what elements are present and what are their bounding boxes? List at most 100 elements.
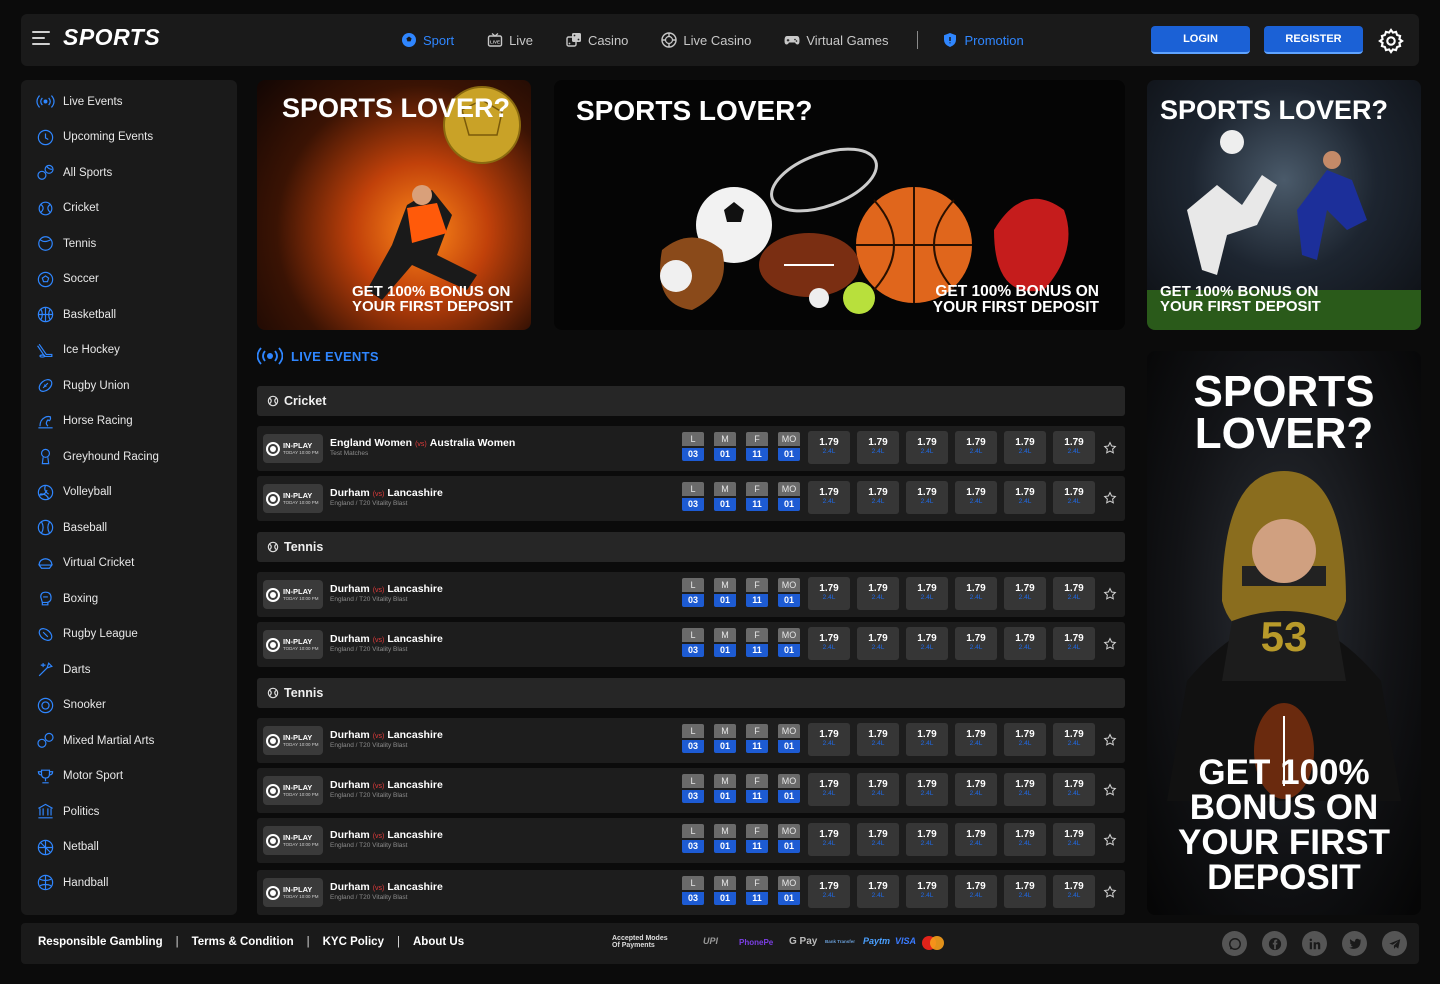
odds-button[interactable]: 1.79 2.4L [906,773,948,806]
sidebar-item-basketball[interactable]: Basketball [21,297,237,333]
sidebar-item-cricket[interactable]: Cricket [21,191,237,227]
odds-button[interactable]: 1.79 2.4L [906,823,948,856]
odds-button[interactable]: 1.79 2.4L [906,577,948,610]
odds-button[interactable]: 1.79 2.4L [1053,723,1095,756]
odds-button[interactable]: 1.79 2.4L [808,627,850,660]
odds-button[interactable]: 1.79 2.4L [906,431,948,464]
odds-button[interactable]: 1.79 2.4L [955,627,997,660]
odds-button[interactable]: 1.79 2.4L [955,577,997,610]
event-row[interactable]: IN-PLAY TODAY 10:00 PM Durham (vs) Lancashi… [257,476,1125,521]
footer-link-kyc-policy[interactable]: KYC Policy [323,936,384,948]
promo-banner-3[interactable]: SPORTS LOVER? GET 100% BONUS ON YOUR FIR… [1147,80,1421,330]
sidebar-item-politics[interactable]: Politics [21,794,237,830]
odds-button[interactable]: 1.79 2.4L [857,627,899,660]
odds-button[interactable]: 1.79 2.4L [906,723,948,756]
event-row[interactable]: IN-PLAY TODAY 10:00 PM Durham (vs) Lancashi… [257,718,1125,763]
odds-button[interactable]: 1.79 2.4L [1053,875,1095,908]
odds-button[interactable]: 1.79 2.4L [1053,823,1095,856]
promo-banner-tall[interactable]: 53 SPORTS LOVER? GET 100% BONUS ON YOUR … [1147,351,1421,915]
odds-button[interactable]: 1.79 2.4L [808,875,850,908]
match-teams[interactable]: Durham (vs) Lancashire [330,583,443,595]
event-row[interactable]: IN-PLAY TODAY 10:00 PM Durham (vs) Lancashi… [257,768,1125,813]
sidebar-item-upcoming-events[interactable]: Upcoming Events [21,120,237,156]
odds-button[interactable]: 1.79 2.4L [857,823,899,856]
site-logo[interactable]: SPORTS [63,24,160,51]
sidebar-item-ice-hockey[interactable]: Ice Hockey [21,333,237,369]
linkedin-icon[interactable] [1302,931,1327,956]
sidebar-item-mixed-martial-arts[interactable]: Mixed Martial Arts [21,723,237,759]
odds-button[interactable]: 1.79 2.4L [1004,773,1046,806]
sidebar-item-soccer[interactable]: Soccer [21,262,237,298]
sidebar-item-baseball[interactable]: Baseball [21,510,237,546]
sidebar-item-motor-sport[interactable]: Motor Sport [21,759,237,795]
match-teams[interactable]: Durham (vs) Lancashire [330,729,443,741]
favorite-star-icon[interactable] [1103,783,1117,797]
odds-button[interactable]: 1.79 2.4L [906,875,948,908]
promo-banner-1[interactable]: SPORTS LOVER? GET 100% BONUS ON YOUR FIR… [257,80,531,330]
match-teams[interactable]: Durham (vs) Lancashire [330,881,443,893]
nav-item-casino[interactable]: Casino [566,32,628,48]
event-row[interactable]: IN-PLAY TODAY 10:00 PM Durham (vs) Lancashi… [257,870,1125,915]
sidebar-item-all-sports[interactable]: All Sports [21,155,237,191]
odds-button[interactable]: 1.79 2.4L [1053,431,1095,464]
nav-item-promotion[interactable]: Promotion [942,32,1024,48]
odds-button[interactable]: 1.79 2.4L [808,823,850,856]
sidebar-item-virtual-cricket[interactable]: Virtual Cricket [21,546,237,582]
sidebar-item-tennis[interactable]: Tennis [21,226,237,262]
odds-button[interactable]: 1.79 2.4L [955,773,997,806]
sidebar-item-volleyball[interactable]: Volleyball [21,475,237,511]
favorite-star-icon[interactable] [1103,637,1117,651]
sidebar-item-horse-racing[interactable]: Horse Racing [21,404,237,440]
odds-button[interactable]: 1.79 2.4L [857,723,899,756]
odds-button[interactable]: 1.79 2.4L [955,481,997,514]
odds-button[interactable]: 1.79 2.4L [1004,723,1046,756]
sidebar-item-live-events[interactable]: Live Events [21,84,237,120]
event-row[interactable]: IN-PLAY TODAY 10:00 PM Durham (vs) Lancashi… [257,622,1125,667]
sidebar-item-darts[interactable]: Darts [21,652,237,688]
sidebar-item-netball[interactable]: Netball [21,830,237,866]
menu-icon[interactable] [32,31,50,45]
odds-button[interactable]: 1.79 2.4L [857,773,899,806]
twitter-icon[interactable] [1342,931,1367,956]
odds-button[interactable]: 1.79 2.4L [906,481,948,514]
odds-button[interactable]: 1.79 2.4L [906,627,948,660]
odds-button[interactable]: 1.79 2.4L [1004,577,1046,610]
odds-button[interactable]: 1.79 2.4L [955,823,997,856]
odds-button[interactable]: 1.79 2.4L [1004,481,1046,514]
match-teams[interactable]: Durham (vs) Lancashire [330,779,443,791]
sport-section-header[interactable]: Tennis [257,532,1125,562]
odds-button[interactable]: 1.79 2.4L [1053,577,1095,610]
facebook-icon[interactable] [1262,931,1287,956]
odds-button[interactable]: 1.79 2.4L [1004,875,1046,908]
odds-button[interactable]: 1.79 2.4L [1004,627,1046,660]
whatsapp-icon[interactable] [1222,931,1247,956]
favorite-star-icon[interactable] [1103,441,1117,455]
event-row[interactable]: IN-PLAY TODAY 10:00 PM Durham (vs) Lancashi… [257,572,1125,617]
odds-button[interactable]: 1.79 2.4L [1004,823,1046,856]
match-teams[interactable]: Durham (vs) Lancashire [330,633,443,645]
odds-button[interactable]: 1.79 2.4L [857,875,899,908]
odds-button[interactable]: 1.79 2.4L [955,723,997,756]
favorite-star-icon[interactable] [1103,491,1117,505]
match-teams[interactable]: England Women (vs) Australia Women [330,437,515,449]
sidebar-item-rugby-league[interactable]: Rugby League [21,617,237,653]
odds-button[interactable]: 1.79 2.4L [1053,481,1095,514]
footer-link-terms-condition[interactable]: Terms & Condition [192,936,294,948]
nav-item-sport[interactable]: Sport [401,32,454,48]
nav-item-live-casino[interactable]: Live Casino [661,32,751,48]
sport-section-header[interactable]: Tennis [257,678,1125,708]
sidebar-item-handball[interactable]: Handball [21,865,237,901]
event-row[interactable]: IN-PLAY TODAY 10:00 PM England Women (vs) A… [257,426,1125,471]
favorite-star-icon[interactable] [1103,587,1117,601]
odds-button[interactable]: 1.79 2.4L [1053,627,1095,660]
odds-button[interactable]: 1.79 2.4L [1004,431,1046,464]
sidebar-item-rugby-union[interactable]: Rugby Union [21,368,237,404]
sport-section-header[interactable]: Cricket [257,386,1125,416]
register-button[interactable]: REGISTER [1264,26,1363,54]
odds-button[interactable]: 1.79 2.4L [857,577,899,610]
odds-button[interactable]: 1.79 2.4L [808,431,850,464]
match-teams[interactable]: Durham (vs) Lancashire [330,487,443,499]
odds-button[interactable]: 1.79 2.4L [808,481,850,514]
favorite-star-icon[interactable] [1103,833,1117,847]
odds-button[interactable]: 1.79 2.4L [1053,773,1095,806]
